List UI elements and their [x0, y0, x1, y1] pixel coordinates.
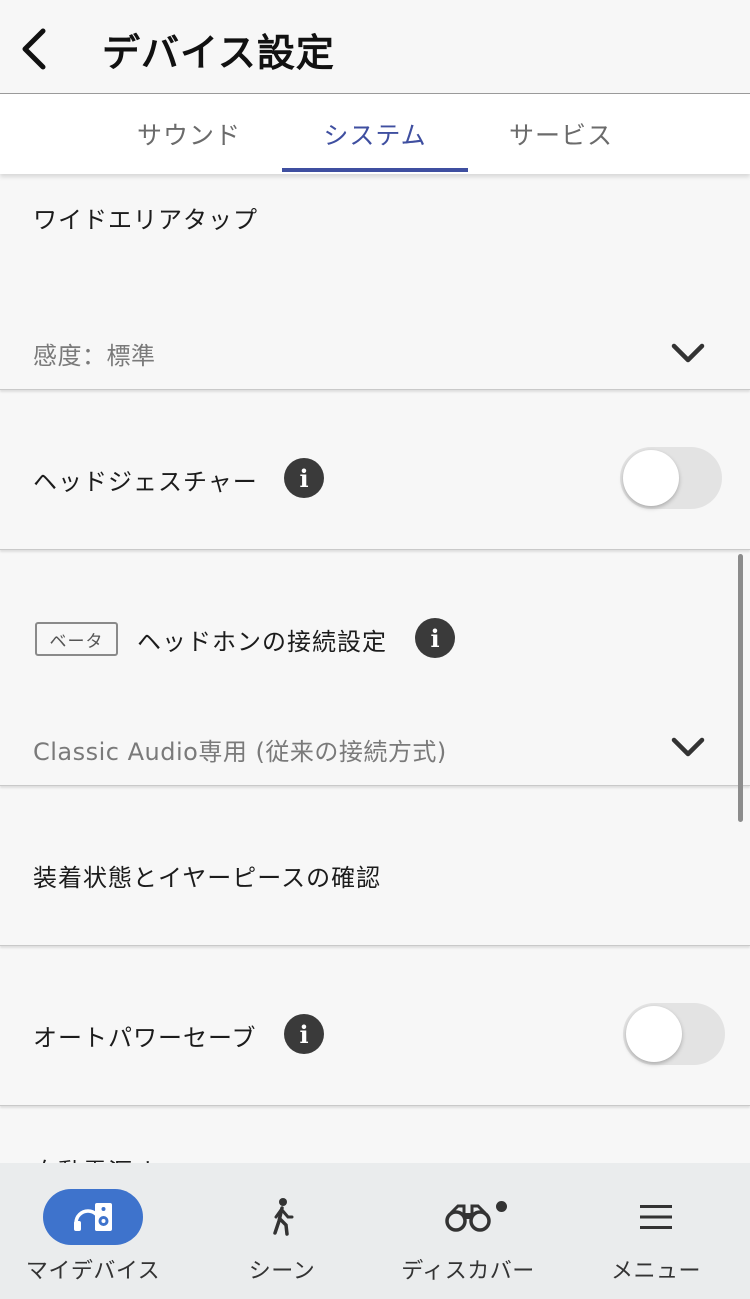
tab-service[interactable]: サービス — [468, 94, 654, 174]
my-device-icon — [74, 1203, 112, 1231]
fit-check-card[interactable]: 装着状態とイヤーピースの確認 — [0, 802, 750, 946]
nav-label: マイデバイス — [25, 1259, 161, 1284]
tab-sound[interactable]: サウンド — [96, 94, 282, 174]
nav-label: メニュー — [610, 1259, 701, 1284]
page-title: デバイス設定 — [102, 31, 335, 75]
settings-list[interactable]: ワイドエリアタップ 感度：標準 ヘッドジェスチャー i ベータ ヘッドホンの接続… — [0, 174, 750, 1164]
wide-area-tap-title: ワイドエリアタップ — [33, 206, 258, 234]
auto-power-save-toggle[interactable] — [623, 1003, 725, 1065]
walking-person-icon — [273, 1198, 294, 1236]
auto-power-save-card: オートパワーセーブ i — [0, 962, 750, 1106]
wide-area-tap-sensitivity[interactable]: 感度：標準 — [33, 336, 156, 371]
connection-settings-title: ヘッドホンの接続設定 — [137, 628, 387, 656]
nav-label: シーン — [248, 1259, 316, 1284]
auto-power-save-title: オートパワーセーブ — [33, 1024, 257, 1052]
nav-menu[interactable]: メニュー — [562, 1163, 750, 1299]
auto-power-off-card[interactable]: 自動電源オフ — [0, 1122, 750, 1164]
tab-system[interactable]: システム — [282, 94, 468, 174]
fit-check-title: 装着状態とイヤーピースの確認 — [33, 864, 382, 892]
nav-scene[interactable]: シーン — [188, 1163, 376, 1299]
active-tab-indicator — [282, 168, 468, 172]
toggle-knob — [623, 450, 679, 506]
head-gesture-card: ヘッドジェスチャー i — [0, 406, 750, 550]
chevron-down-icon[interactable] — [668, 732, 708, 762]
info-icon[interactable]: i — [284, 458, 324, 498]
active-nav-pill — [43, 1189, 143, 1245]
notification-dot — [496, 1201, 507, 1212]
scrollbar[interactable] — [738, 554, 743, 822]
info-icon[interactable]: i — [415, 618, 455, 658]
info-icon[interactable]: i — [284, 1014, 324, 1054]
nav-label: ディスカバー — [401, 1259, 535, 1284]
connection-settings-card: ベータ ヘッドホンの接続設定 i Classic Audio専用 (従来の接続方… — [0, 566, 750, 786]
chevron-left-icon — [22, 28, 46, 70]
toggle-knob — [626, 1006, 682, 1062]
beta-badge: ベータ — [35, 622, 118, 656]
head-gesture-toggle[interactable] — [620, 447, 722, 509]
wide-area-tap-card: ワイドエリアタップ 感度：標準 — [0, 174, 750, 390]
nav-my-device[interactable]: マイデバイス — [0, 1163, 186, 1299]
chevron-down-icon[interactable] — [668, 338, 708, 368]
app-header: デバイス設定 — [0, 0, 750, 94]
binoculars-icon — [445, 1204, 491, 1232]
tab-bar: サウンド システム サービス — [0, 94, 750, 174]
bottom-navigation: マイデバイス シーン ディスカバー メニュー — [0, 1163, 750, 1299]
head-gesture-title: ヘッドジェスチャー — [33, 468, 258, 496]
connection-mode-value[interactable]: Classic Audio専用 (従来の接続方式) — [33, 732, 447, 767]
hamburger-menu-icon — [640, 1205, 672, 1229]
nav-discover[interactable]: ディスカバー — [374, 1163, 562, 1299]
back-button[interactable] — [14, 24, 54, 74]
